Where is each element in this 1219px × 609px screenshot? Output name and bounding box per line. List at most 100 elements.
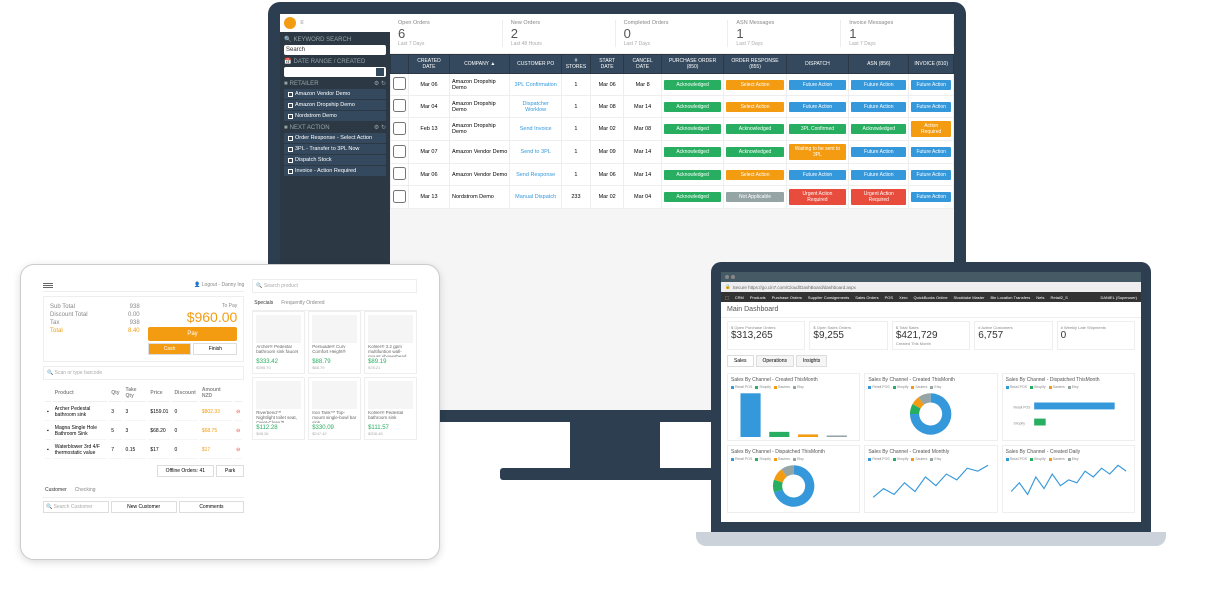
customer-search[interactable]: 🔍 Search Customer bbox=[43, 501, 109, 513]
table-row[interactable]: Feb 13Amazon Dropship DemoSend Invoice1M… bbox=[391, 118, 954, 141]
status-badge[interactable]: Future Action bbox=[789, 80, 846, 90]
status-badge[interactable]: Future Action bbox=[851, 80, 906, 90]
nav-item[interactable]: QuickBooks Online bbox=[914, 295, 948, 300]
cash-button[interactable]: Cash bbox=[148, 343, 192, 355]
status-badge[interactable]: Future Action bbox=[851, 102, 906, 112]
table-header[interactable]: CUSTOMER PO bbox=[510, 55, 562, 74]
table-row[interactable]: Mar 06Amazon Vendor DemoSend Response1Ma… bbox=[391, 164, 954, 186]
retailer-item[interactable]: Amazon Vendor Demo bbox=[284, 89, 386, 99]
product-search[interactable]: 🔍 Search product bbox=[252, 279, 417, 293]
table-header[interactable]: CREATED DATE bbox=[409, 55, 450, 74]
status-badge[interactable]: Acknowledged bbox=[664, 170, 721, 180]
product-card[interactable]: Iron Tank™ Top-mount single-bowl bar sin… bbox=[308, 377, 361, 440]
cart-row[interactable]: ▪Magna Single Hole Bathroom Sink53$68.20… bbox=[45, 423, 242, 440]
date-input[interactable] bbox=[284, 67, 386, 77]
nav-item[interactable]: Stocktake Master bbox=[954, 295, 985, 300]
status-badge[interactable]: Future Action bbox=[789, 102, 846, 112]
status-badge[interactable]: Acknowledged bbox=[664, 80, 721, 90]
status-badge[interactable]: Acknowledged bbox=[851, 124, 906, 134]
product-card[interactable]: Kohler® 3.2 gpm multifuntion wall-mount … bbox=[364, 311, 417, 374]
retailer-item[interactable]: Nordstrom Demo bbox=[284, 111, 386, 121]
status-badge[interactable]: Acknowledged bbox=[726, 147, 783, 157]
pay-button[interactable]: Pay bbox=[148, 327, 238, 341]
table-header[interactable]: PURCHASE ORDER (850) bbox=[661, 55, 723, 74]
user-label[interactable]: 👤 Logout - Danny Ing bbox=[194, 282, 244, 288]
delete-icon[interactable]: ⊖ bbox=[234, 404, 242, 421]
status-badge[interactable]: Acknowledged bbox=[664, 192, 721, 202]
status-badge[interactable]: Acknowledged bbox=[664, 147, 721, 157]
status-badge[interactable]: 3PL Confirmed bbox=[789, 124, 846, 134]
next-action-item[interactable]: Invoice - Action Required bbox=[284, 166, 386, 176]
status-badge[interactable]: Select Action bbox=[726, 102, 783, 112]
freq-tab[interactable]: Frequently Ordered bbox=[279, 298, 326, 308]
status-badge[interactable]: Select Action bbox=[726, 170, 783, 180]
table-row[interactable]: Mar 07Amazon Vendor DemoSend to 3PL1Mar … bbox=[391, 141, 954, 164]
status-badge[interactable]: Future Action bbox=[911, 80, 951, 90]
cart-row[interactable]: ▪Archer Pedestal bathroom sink33$159.010… bbox=[45, 404, 242, 421]
nav-item[interactable]: Xero bbox=[899, 295, 907, 300]
finish-button[interactable]: Finish bbox=[193, 343, 237, 355]
status-badge[interactable]: Future Action bbox=[851, 147, 906, 157]
table-row[interactable]: Mar 04Amazon Dropship DemoDispatcher Wor… bbox=[391, 96, 954, 118]
delete-icon[interactable]: ⊖ bbox=[234, 423, 242, 440]
status-badge[interactable]: Future Action bbox=[851, 170, 906, 180]
comments-button[interactable]: Comments bbox=[179, 501, 245, 513]
status-badge[interactable]: Action Required bbox=[911, 121, 951, 137]
next-action-item[interactable]: Dispatch Stock bbox=[284, 155, 386, 165]
table-header[interactable]: INVOICE (810) bbox=[909, 55, 954, 74]
calendar-icon[interactable] bbox=[376, 68, 384, 76]
status-badge[interactable]: Future Action bbox=[911, 170, 951, 180]
status-badge[interactable]: Urgent Action Required bbox=[789, 189, 846, 205]
nav-item[interactable]: Supplier Consignments bbox=[808, 295, 849, 300]
url-bar[interactable]: 🔒Secure https://go.cin7.com/Cloud/DashBo… bbox=[721, 282, 1141, 292]
table-header[interactable]: ASN (856) bbox=[849, 55, 909, 74]
customer-tab[interactable]: Customer bbox=[43, 485, 69, 495]
table-header[interactable]: DISPATCH bbox=[786, 55, 848, 74]
nav-item[interactable]: Nets bbox=[1036, 295, 1044, 300]
status-badge[interactable]: Future Action bbox=[789, 170, 846, 180]
next-action-item[interactable]: 3PL - Transfer to 3PL Now bbox=[284, 144, 386, 154]
row-checkbox[interactable] bbox=[393, 167, 406, 180]
table-header[interactable]: CANCEL DATE bbox=[624, 55, 662, 74]
table-header[interactable]: # STORES bbox=[561, 55, 590, 74]
park-button[interactable]: Park bbox=[216, 465, 244, 477]
row-checkbox[interactable] bbox=[393, 190, 406, 203]
menu-icon[interactable]: ≡ bbox=[300, 20, 304, 26]
barcode-input[interactable]: 🔍 Scan or type barcode bbox=[43, 366, 244, 380]
row-checkbox[interactable] bbox=[393, 145, 406, 158]
table-row[interactable]: Mar 13Nordstrom DemoManual Dispatch233Ma… bbox=[391, 186, 954, 209]
row-checkbox[interactable] bbox=[393, 122, 406, 135]
table-header[interactable]: COMPANY ▲ bbox=[449, 55, 509, 74]
status-badge[interactable]: Acknowledged bbox=[726, 124, 783, 134]
cart-row[interactable]: ▪Waterblower 3rd 4/F thermostatic value7… bbox=[45, 442, 242, 459]
nav-item[interactable]: Bin Location Transfers bbox=[990, 295, 1030, 300]
product-card[interactable]: Persuade® Curv Comfort Height®$88.79$88.… bbox=[308, 311, 361, 374]
nav-item[interactable]: Retail2_S bbox=[1051, 295, 1068, 300]
row-checkbox[interactable] bbox=[393, 99, 406, 112]
menu-icon[interactable] bbox=[43, 283, 53, 288]
offline-orders-button[interactable]: Offline Orders: 41 bbox=[157, 465, 214, 477]
status-badge[interactable]: Future Action bbox=[911, 192, 951, 202]
status-badge[interactable]: Future Action bbox=[911, 147, 951, 157]
status-badge[interactable]: Select Action bbox=[726, 80, 783, 90]
status-badge[interactable]: Not Applicable bbox=[726, 192, 783, 202]
product-card[interactable]: Archer® Pedestal bathroom sink faucet$33… bbox=[252, 311, 305, 374]
delete-icon[interactable]: ⊖ bbox=[234, 442, 242, 459]
new-customer-button[interactable]: New Customer bbox=[111, 501, 177, 513]
table-header[interactable] bbox=[391, 55, 409, 74]
status-badge[interactable]: Waiting to be sent to 3PL bbox=[789, 144, 846, 160]
table-header[interactable]: ORDER RESPONSE (855) bbox=[724, 55, 786, 74]
status-badge[interactable]: Future Action bbox=[911, 102, 951, 112]
user-menu[interactable]: DANIEL (Superuser) bbox=[1100, 295, 1137, 300]
retailer-item[interactable]: Amazon Dropship Demo bbox=[284, 100, 386, 110]
nav-item[interactable]: CRM bbox=[735, 295, 744, 300]
status-badge[interactable]: Urgent Action Required bbox=[851, 189, 906, 205]
checking-tab[interactable]: Checking bbox=[73, 485, 98, 495]
search-input[interactable]: Search bbox=[284, 45, 386, 55]
next-action-item[interactable]: Order Response - Select Action bbox=[284, 133, 386, 143]
product-card[interactable]: Riverbend™ Nightlight toilet seat, Quiet… bbox=[252, 377, 305, 440]
dashboard-tab[interactable]: Insights bbox=[796, 355, 827, 367]
table-row[interactable]: Mar 06Amazon Dropship Demo3PL Confirmati… bbox=[391, 74, 954, 96]
specials-tab[interactable]: Specials bbox=[252, 298, 275, 308]
product-card[interactable]: Kohler® Pedestal bathroom sink$111.57$20… bbox=[364, 377, 417, 440]
